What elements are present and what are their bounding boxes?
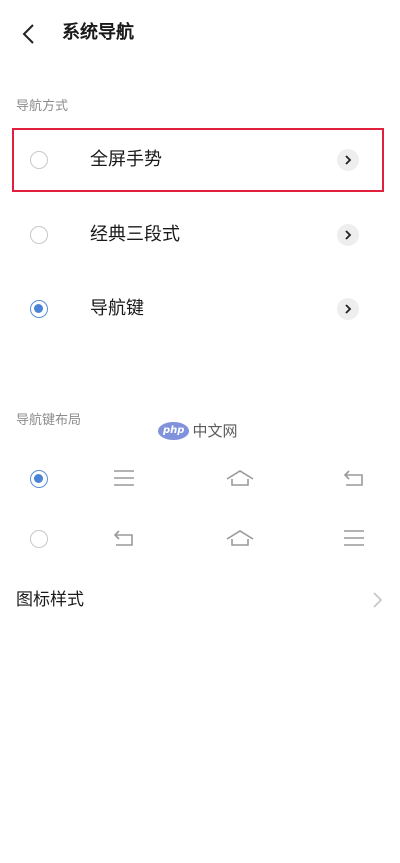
- nav-option-nav-keys[interactable]: 导航键: [0, 280, 400, 338]
- watermark-badge: php: [158, 421, 190, 440]
- menu-icon: [344, 530, 364, 546]
- back-icon: [343, 470, 363, 486]
- radio-fullscreen-gesture[interactable]: [30, 151, 48, 169]
- watermark-text: 中文网: [192, 422, 238, 440]
- icon-style-label: 图标样式: [16, 590, 84, 610]
- radio-nav-layout-2[interactable]: [30, 530, 48, 548]
- home-icon: [226, 530, 254, 546]
- back-button[interactable]: [14, 18, 46, 50]
- nav-option-fullscreen-gesture[interactable]: 全屏手势: [0, 131, 400, 189]
- menu-icon: [114, 470, 134, 486]
- radio-classic-three-button[interactable]: [30, 226, 48, 244]
- back-arrow-icon: [22, 24, 34, 44]
- back-icon: [113, 530, 133, 546]
- page-title: 系统导航: [62, 22, 134, 43]
- nav-option-label: 导航键: [90, 298, 144, 319]
- nav-layout-option-2[interactable]: [0, 514, 400, 564]
- chevron-right-icon: [373, 592, 383, 608]
- nav-option-label: 全屏手势: [90, 149, 162, 170]
- home-icon: [226, 470, 254, 486]
- radio-nav-layout-1[interactable]: [30, 470, 48, 488]
- chevron-right-icon[interactable]: [337, 149, 359, 171]
- chevron-right-icon[interactable]: [337, 224, 359, 246]
- watermark: php 中文网: [158, 420, 237, 441]
- nav-option-classic-three-button[interactable]: 经典三段式: [0, 206, 400, 264]
- icon-style-row[interactable]: 图标样式: [0, 580, 400, 620]
- section-title-nav-mode: 导航方式: [16, 99, 69, 114]
- nav-option-label: 经典三段式: [90, 224, 180, 245]
- section-title-nav-layout: 导航键布局: [16, 413, 82, 428]
- nav-layout-option-1[interactable]: [0, 454, 400, 504]
- chevron-right-icon[interactable]: [337, 298, 359, 320]
- radio-nav-keys[interactable]: [30, 300, 48, 318]
